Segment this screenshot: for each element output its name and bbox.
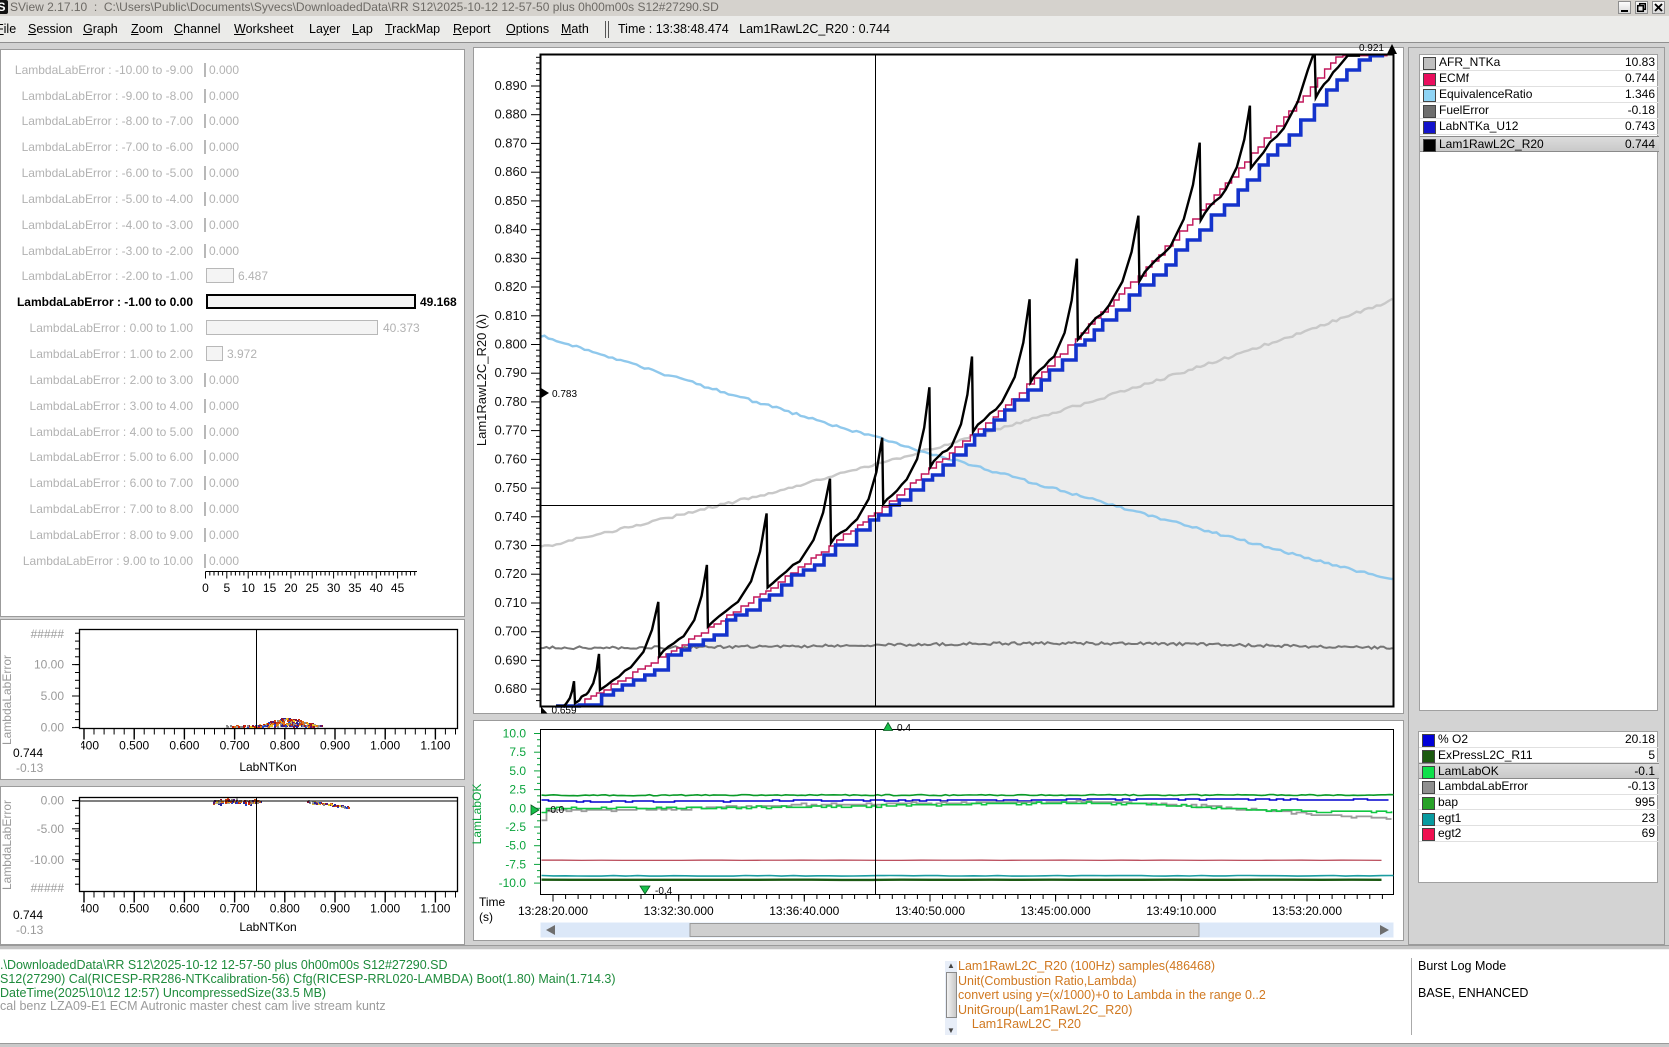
svg-text:0.921: 0.921 <box>1359 43 1384 54</box>
svg-text:45: 45 <box>391 581 405 595</box>
svg-text:-7.5: -7.5 <box>505 857 526 871</box>
svg-text:Time: Time <box>479 895 506 909</box>
svg-text:0.4: 0.4 <box>897 723 911 734</box>
svg-text:15: 15 <box>263 581 277 595</box>
svg-text:0.770: 0.770 <box>494 423 527 438</box>
svg-text:13:40:50.000: 13:40:50.000 <box>895 904 965 918</box>
svg-text:0: 0 <box>202 581 209 595</box>
svg-text:-0.0: -0.0 <box>547 805 565 816</box>
svg-text:13:32:30.000: 13:32:30.000 <box>644 904 714 918</box>
svg-text:-0.4: -0.4 <box>655 886 673 897</box>
svg-text:-0.13: -0.13 <box>16 923 44 937</box>
svg-text:-10.0: -10.0 <box>499 876 527 890</box>
svg-text:-5.00: -5.00 <box>37 822 65 836</box>
svg-text:#####: ##### <box>31 627 65 641</box>
svg-text:0.690: 0.690 <box>494 652 527 667</box>
svg-text:(s): (s) <box>479 910 493 924</box>
svg-text:0.00: 0.00 <box>41 721 65 735</box>
svg-text:0.900: 0.900 <box>320 739 350 753</box>
svg-text:-2.5: -2.5 <box>505 820 526 834</box>
svg-text:0.780: 0.780 <box>494 394 527 409</box>
svg-text:0.720: 0.720 <box>494 566 527 581</box>
svg-text:0.659: 0.659 <box>552 706 577 717</box>
svg-text:0.744: 0.744 <box>13 908 43 922</box>
svg-text:25: 25 <box>306 581 320 595</box>
svg-text:0.800: 0.800 <box>270 739 300 753</box>
svg-text:0.783: 0.783 <box>552 389 577 400</box>
svg-text:1.100: 1.100 <box>420 902 450 916</box>
svg-text:20: 20 <box>284 581 298 595</box>
svg-text:13:49:10.000: 13:49:10.000 <box>1146 904 1216 918</box>
svg-text:13:53:20.000: 13:53:20.000 <box>1272 904 1342 918</box>
svg-text:13:36:40.000: 13:36:40.000 <box>769 904 839 918</box>
svg-text:0.840: 0.840 <box>494 222 527 237</box>
svg-text:13:28:20.000: 13:28:20.000 <box>518 904 588 918</box>
svg-text:0.810: 0.810 <box>494 308 527 323</box>
svg-text:30: 30 <box>327 581 341 595</box>
svg-text:0.600: 0.600 <box>169 739 199 753</box>
svg-text:5.00: 5.00 <box>41 689 65 703</box>
svg-text:1.000: 1.000 <box>370 902 400 916</box>
svg-text:1.000: 1.000 <box>370 739 400 753</box>
svg-text:0.830: 0.830 <box>494 250 527 265</box>
svg-text:40: 40 <box>370 581 384 595</box>
svg-text:0.730: 0.730 <box>494 538 527 553</box>
svg-text:#####: ##### <box>31 881 65 895</box>
svg-text:0.00: 0.00 <box>41 794 65 808</box>
svg-text:0.800: 0.800 <box>494 337 527 352</box>
svg-text:0.500: 0.500 <box>119 902 149 916</box>
svg-text:0.700: 0.700 <box>220 902 250 916</box>
svg-text:10.0: 10.0 <box>503 727 527 741</box>
svg-text:0.750: 0.750 <box>494 480 527 495</box>
svg-text:5: 5 <box>223 581 230 595</box>
svg-text:LabNTKon: LabNTKon <box>239 920 296 934</box>
svg-text:0.700: 0.700 <box>494 624 527 639</box>
svg-text:0.680: 0.680 <box>494 681 527 696</box>
svg-text:0.400: 0.400 <box>69 902 99 916</box>
svg-text:0.850: 0.850 <box>494 193 527 208</box>
svg-text:5.0: 5.0 <box>509 764 526 778</box>
svg-text:0.600: 0.600 <box>169 902 199 916</box>
svg-text:Lam1RawL2C_R20 (λ): Lam1RawL2C_R20 (λ) <box>474 314 489 446</box>
svg-text:0.900: 0.900 <box>320 902 350 916</box>
svg-text:-10.00: -10.00 <box>30 853 64 867</box>
svg-text:13:45:00.000: 13:45:00.000 <box>1021 904 1091 918</box>
svg-text:LambdaLabError: LambdaLabError <box>0 800 14 890</box>
svg-text:0.0: 0.0 <box>509 801 526 815</box>
svg-text:0.890: 0.890 <box>494 78 527 93</box>
svg-text:LambdaLabError: LambdaLabError <box>0 655 14 745</box>
svg-text:LamLabOK: LamLabOK <box>470 784 484 845</box>
svg-text:-5.0: -5.0 <box>505 839 526 853</box>
svg-text:1.100: 1.100 <box>420 739 450 753</box>
svg-text:0.880: 0.880 <box>494 107 527 122</box>
svg-text:10.00: 10.00 <box>34 658 64 672</box>
svg-text:0.500: 0.500 <box>119 739 149 753</box>
svg-text:7.5: 7.5 <box>509 745 526 759</box>
svg-text:2.5: 2.5 <box>509 783 526 797</box>
svg-text:0.870: 0.870 <box>494 135 527 150</box>
svg-text:0.790: 0.790 <box>494 365 527 380</box>
svg-text:-0.13: -0.13 <box>16 761 44 775</box>
svg-text:0.820: 0.820 <box>494 279 527 294</box>
svg-text:0.740: 0.740 <box>494 509 527 524</box>
svg-text:LabNTKon: LabNTKon <box>239 760 296 774</box>
svg-text:0.800: 0.800 <box>270 902 300 916</box>
svg-text:0.860: 0.860 <box>494 164 527 179</box>
svg-text:0.700: 0.700 <box>220 739 250 753</box>
svg-text:0.710: 0.710 <box>494 595 527 610</box>
svg-text:35: 35 <box>348 581 362 595</box>
svg-text:0.760: 0.760 <box>494 451 527 466</box>
svg-text:0.400: 0.400 <box>69 739 99 753</box>
svg-text:0.744: 0.744 <box>13 746 43 760</box>
svg-text:10: 10 <box>242 581 256 595</box>
